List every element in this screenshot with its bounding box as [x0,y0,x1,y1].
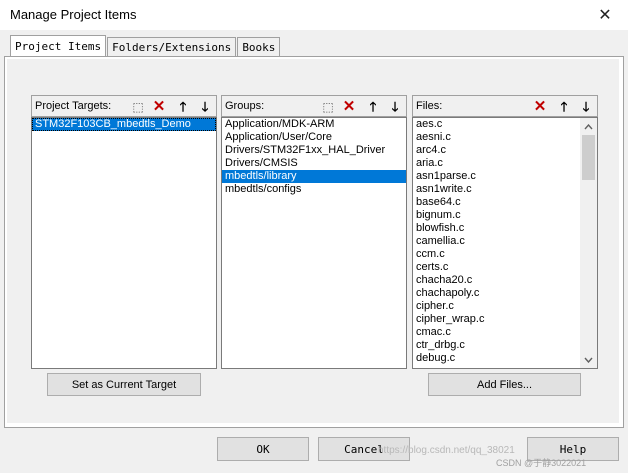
ok-button[interactable]: OK [217,437,309,461]
file-item[interactable]: asn1parse.c [413,170,597,183]
groups-header: Groups: ⬚ ✕ 🡑 🡓 [221,95,407,117]
file-item[interactable]: cipher_wrap.c [413,313,597,326]
tab-folders-extensions[interactable]: Folders/Extensions [107,37,237,57]
files-label: Files: [416,100,443,112]
new-target-button[interactable]: ⬚ [129,98,147,115]
groups-label: Groups: [225,100,265,112]
group-item-selected[interactable]: mbedtls/library [222,170,406,183]
project-targets-panel: Project Targets: ⬚ ✕ 🡑 🡓 STM32F103CB_mbe… [31,95,217,369]
files-header: Files: ✕ 🡑 🡓 [412,95,598,117]
watermark-url: https://blog.csdn.net/qq_38021 [378,445,515,456]
new-group-button[interactable]: ⬚ [319,98,337,115]
scroll-thumb[interactable] [582,135,595,180]
file-item[interactable]: bignum.c [413,209,597,222]
group-item[interactable]: mbedtls/configs [222,183,406,196]
arrow-down-icon: 🡓 [391,99,399,114]
files-scrollbar[interactable] [580,118,597,368]
project-targets-header: Project Targets: ⬚ ✕ 🡑 🡓 [31,95,217,117]
delete-target-button[interactable]: ✕ [150,98,168,115]
delete-icon: ✕ [342,98,356,115]
file-item[interactable]: aesni.c [413,131,597,144]
file-item[interactable]: base64.c [413,196,597,209]
file-item[interactable]: chacha20.c [413,274,597,287]
target-item[interactable]: STM32F103CB_mbedtls_Demo [32,118,216,131]
group-item[interactable]: Drivers/CMSIS [222,157,406,170]
file-item[interactable]: chachapoly.c [413,287,597,300]
arrow-down-icon: 🡓 [201,99,209,114]
move-target-up-button[interactable]: 🡑 [174,98,192,115]
close-button[interactable]: ✕ [582,0,628,30]
file-item[interactable]: camellia.c [413,235,597,248]
group-item[interactable]: Application/MDK-ARM [222,118,406,131]
chevron-up-icon [584,123,593,129]
tab-strip: Project Items Folders/Extensions Books [10,35,281,58]
scroll-down-arrow[interactable] [580,351,597,368]
tab-panel-project-items: Project Targets: ⬚ ✕ 🡑 🡓 STM32F103CB_mbe… [4,56,624,428]
delete-group-button[interactable]: ✕ [340,98,358,115]
file-item[interactable]: aria.c [413,157,597,170]
groups-panel: Groups: ⬚ ✕ 🡑 🡓 Application/MDK-ARM Appl… [221,95,407,369]
move-group-down-button[interactable]: 🡓 [386,98,404,115]
arrow-up-icon: 🡑 [179,99,187,114]
group-item[interactable]: Drivers/STM32F1xx_HAL_Driver [222,144,406,157]
delete-icon: ✕ [152,98,166,115]
move-group-up-button[interactable]: 🡑 [364,98,382,115]
chevron-down-icon [584,357,593,363]
groups-list[interactable]: Application/MDK-ARM Application/User/Cor… [221,117,407,369]
file-item[interactable]: ccm.c [413,248,597,261]
move-file-down-button[interactable]: 🡓 [577,98,595,115]
file-item[interactable]: arc4.c [413,144,597,157]
tab-project-items[interactable]: Project Items [10,35,107,58]
file-item[interactable]: aes.c [413,118,597,131]
scroll-up-arrow[interactable] [580,118,597,135]
file-item[interactable]: debug.c [413,352,597,365]
file-item[interactable]: blowfish.c [413,222,597,235]
tab-panel-body: Project Targets: ⬚ ✕ 🡑 🡓 STM32F103CB_mbe… [7,59,619,423]
delete-icon: ✕ [533,98,547,115]
watermark-csdn: CSDN @于静3022021 [496,458,587,468]
file-item[interactable]: asn1write.c [413,183,597,196]
set-as-current-target-button[interactable]: Set as Current Target [47,373,201,396]
move-file-up-button[interactable]: 🡑 [555,98,573,115]
title-bar: Manage Project Items ✕ [0,0,628,30]
window-title: Manage Project Items [10,7,137,22]
arrow-down-icon: 🡓 [582,99,590,114]
files-panel: Files: ✕ 🡑 🡓 aes.c aesni.c arc4.c aria.c… [412,95,598,369]
move-target-down-button[interactable]: 🡓 [196,98,214,115]
close-icon: ✕ [598,7,612,24]
file-item[interactable]: cmac.c [413,326,597,339]
arrow-up-icon: 🡑 [560,99,568,114]
project-targets-label: Project Targets: [35,100,112,112]
file-item[interactable]: cipher.c [413,300,597,313]
manage-project-items-dialog: Manage Project Items ✕ Project Items Fol… [0,0,628,473]
delete-file-button[interactable]: ✕ [531,98,549,115]
group-item[interactable]: Application/User/Core [222,131,406,144]
files-list[interactable]: aes.c aesni.c arc4.c aria.c asn1parse.c … [412,117,598,369]
project-targets-list[interactable]: STM32F103CB_mbedtls_Demo [31,117,217,369]
new-item-icon: ⬚ [132,99,144,114]
file-item[interactable]: ctr_drbg.c [413,339,597,352]
tab-books[interactable]: Books [237,37,281,57]
file-item[interactable]: certs.c [413,261,597,274]
add-files-button[interactable]: Add Files... [428,373,581,396]
new-item-icon: ⬚ [322,99,334,114]
arrow-up-icon: 🡑 [369,99,377,114]
